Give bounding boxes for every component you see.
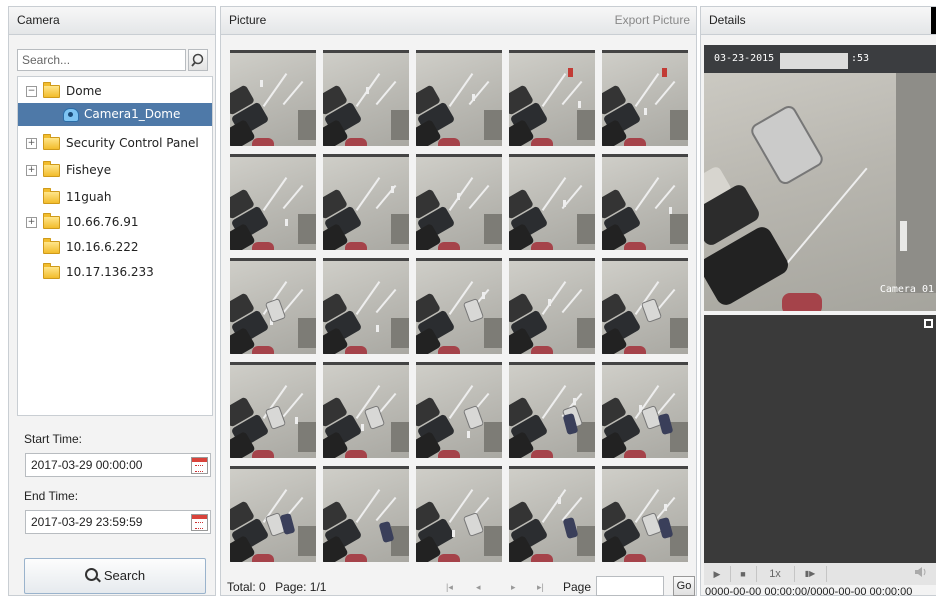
page-label: Page: — [275, 580, 307, 594]
picture-pagination: Total: 0 Page: 1/1 |◂ ◂ ▸ ▸| Page Go — [221, 576, 696, 597]
folder-icon — [43, 82, 60, 98]
next-page-button[interactable]: ▸ — [511, 577, 516, 597]
expand-icon[interactable]: + — [26, 165, 37, 176]
thumbnail-image[interactable] — [509, 258, 595, 354]
camera-icon — [63, 107, 79, 122]
total-count: 0 — [259, 580, 266, 594]
page-input[interactable] — [596, 576, 664, 596]
search-button[interactable]: Search — [24, 558, 206, 594]
folder-icon — [43, 188, 60, 204]
thumbnail-image[interactable] — [416, 466, 502, 562]
calendar-icon[interactable] — [191, 514, 208, 531]
thumbnail-image[interactable] — [602, 154, 688, 250]
tree-item-10-66-76-91[interactable]: +10.66.76.91 — [26, 211, 139, 234]
stop-button[interactable]: ■ — [736, 566, 750, 582]
snapshot-camera-label: Camera 01 — [879, 284, 934, 295]
playback-time-range: 0000-00-00 00:00:00/0000-00-00 00:00:00 — [705, 586, 913, 598]
picture-panel-header: Picture Export Picture — [221, 7, 696, 35]
thumbnail-image[interactable] — [230, 154, 316, 250]
goto-page-label: Page — [563, 580, 592, 594]
thumbnail-image[interactable] — [602, 362, 688, 458]
folder-icon — [43, 263, 60, 279]
snapshot-seconds: :53 — [851, 53, 870, 64]
picture-panel-title: Picture — [229, 13, 267, 27]
thumbnail-image[interactable] — [602, 466, 688, 562]
thumbnail-image[interactable] — [230, 258, 316, 354]
search-icon[interactable] — [188, 49, 208, 71]
thumbnail-image[interactable] — [509, 154, 595, 250]
thumbnail-image[interactable] — [323, 154, 409, 250]
thumbnail-image[interactable] — [509, 50, 595, 146]
end-time-field[interactable]: 2017-03-29 23:59:59 — [25, 510, 211, 534]
thumbnail-image[interactable] — [416, 362, 502, 458]
camera-search — [17, 49, 208, 71]
tree-item-dome[interactable]: − Dome — [26, 80, 102, 103]
tree-item-10-16-6-222[interactable]: 10.16.6.222 — [43, 236, 139, 259]
calendar-icon[interactable] — [191, 457, 208, 474]
camera-panel-title: Camera — [9, 7, 215, 35]
thumbnail-image[interactable] — [230, 50, 316, 146]
folder-icon — [43, 161, 60, 177]
thumbnail-image[interactable] — [416, 154, 502, 250]
tree-item-camera1-dome[interactable]: Camera1_Dome — [18, 103, 212, 126]
camera-tree: − Dome Camera1_Dome + Security Control Pan… — [17, 76, 213, 416]
thumbnail-image[interactable] — [509, 466, 595, 562]
snapshot-date: 03-23-2015 — [714, 53, 775, 64]
tree-item-security-control-panel[interactable]: + Security Control Panel — [26, 132, 199, 155]
collapse-icon[interactable]: − — [26, 86, 37, 97]
export-picture-button[interactable]: Export Picture — [615, 7, 690, 34]
first-page-button[interactable]: |◂ — [446, 577, 453, 597]
camera-search-input[interactable] — [17, 49, 186, 71]
thumbnail-image[interactable] — [323, 258, 409, 354]
details-panel-header: Details — [701, 7, 936, 35]
play-button[interactable]: ▶ — [710, 566, 724, 582]
expand-icon[interactable]: + — [26, 217, 37, 228]
tree-item-10-17-136-233[interactable]: 10.17.136.233 — [43, 261, 154, 284]
thumbnail-image[interactable] — [416, 258, 502, 354]
tree-item-11guah[interactable]: 11guah — [43, 186, 111, 209]
thumbnail-image[interactable] — [230, 362, 316, 458]
thumbnail-image[interactable] — [230, 466, 316, 562]
search-icon — [84, 568, 98, 581]
playback-controls: ▶ ■ 1x ▮▶ — [704, 563, 936, 585]
thumbnail-image[interactable] — [509, 362, 595, 458]
speed-button[interactable]: 1x — [762, 566, 788, 582]
thumbnail-image[interactable] — [323, 362, 409, 458]
thumbnail-image[interactable] — [323, 466, 409, 562]
volume-icon[interactable] — [912, 566, 930, 582]
end-time-label: End Time: — [24, 489, 79, 503]
thumbnail-image[interactable] — [602, 258, 688, 354]
thumbnail-image[interactable] — [323, 50, 409, 146]
prev-page-button[interactable]: ◂ — [476, 577, 481, 597]
thumbnail-image[interactable] — [602, 50, 688, 146]
last-page-button[interactable]: ▸| — [537, 577, 544, 597]
start-time-label: Start Time: — [24, 432, 83, 446]
tree-item-fisheye[interactable]: + Fisheye — [26, 159, 111, 182]
camera-panel: Camera −Dome Camera1_Dome +Security Cont… — [8, 6, 216, 596]
picture-panel: Picture Export Picture Total: 0 Page: 1/… — [220, 6, 697, 596]
expand-icon[interactable]: + — [26, 138, 37, 149]
total-label: Total: — [227, 580, 256, 594]
folder-icon — [43, 134, 60, 150]
thumbnail-image[interactable] — [416, 50, 502, 146]
page-value: 1/1 — [309, 580, 327, 594]
go-button[interactable]: Go — [673, 576, 695, 596]
folder-icon — [43, 238, 60, 254]
details-panel: Details 03-23-2015 :53 Camera 01 ▶ ■ 1x … — [700, 6, 936, 598]
fullscreen-icon[interactable] — [924, 319, 933, 328]
details-panel-title: Details — [709, 13, 746, 27]
snapshot-image: 03-23-2015 :53 Camera 01 — [704, 45, 936, 311]
start-time-field[interactable]: 2017-03-29 00:00:00 — [25, 453, 211, 477]
step-forward-button[interactable]: ▮▶ — [800, 566, 820, 582]
video-player[interactable] — [704, 315, 936, 563]
folder-icon — [43, 213, 60, 229]
